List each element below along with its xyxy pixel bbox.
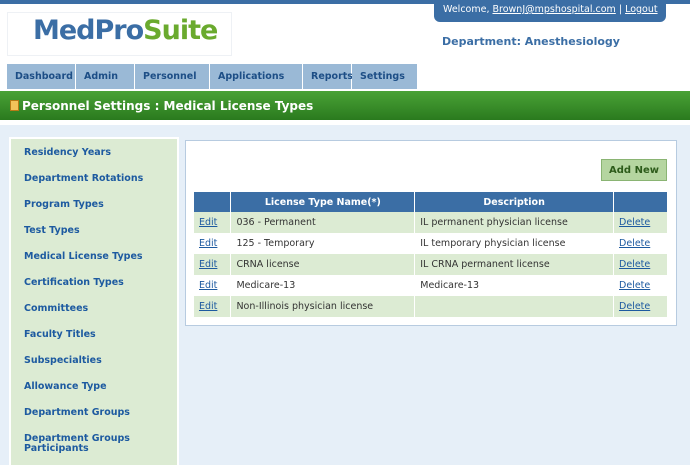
description-cell: IL CRNA permanent license	[414, 254, 615, 275]
app-logo[interactable]: MedProSuite	[33, 15, 218, 46]
delete-cell: Delete	[613, 296, 668, 317]
department-label: Department: Anesthesiology	[442, 35, 620, 48]
license-types-panel: Add New License Type Name(*) Description…	[185, 140, 677, 326]
sidebar-item-allowance-type[interactable]: Allowance Type	[24, 382, 174, 392]
license-name-cell: 125 - Temporary	[230, 233, 416, 254]
sidebar-item-program-types[interactable]: Program Types	[24, 200, 174, 210]
logo-text-secondary: Suite	[143, 15, 218, 46]
table-row: Edit 125 - Temporary IL temporary physic…	[194, 233, 668, 254]
sidebar-item-department-groups-participants[interactable]: Department Groups Participants	[24, 434, 134, 454]
column-header-delete	[613, 192, 668, 212]
tab-reports[interactable]: Reports	[303, 64, 353, 89]
license-name-cell: Medicare-13	[230, 275, 416, 296]
delete-cell: Delete	[613, 212, 668, 233]
welcome-prefix: Welcome,	[443, 4, 493, 15]
edit-cell: Edit	[194, 296, 232, 317]
add-new-button[interactable]: Add New	[601, 159, 667, 181]
tab-applications[interactable]: Applications	[210, 64, 303, 89]
page-title: Personnel Settings : Medical License Typ…	[22, 99, 314, 113]
description-cell: IL temporary physician license	[414, 233, 615, 254]
sidebar-item-department-groups[interactable]: Department Groups	[24, 408, 174, 418]
edit-link[interactable]: Edit	[199, 301, 217, 312]
table-row: Edit Non-Illinois physician license Dele…	[194, 296, 668, 317]
description-cell: Medicare-13	[414, 275, 615, 296]
settings-sidebar: Residency Years Department Rotations Pro…	[9, 137, 179, 465]
edit-link[interactable]: Edit	[199, 259, 217, 270]
page-title-wrap: Personnel Settings : Medical License Typ…	[10, 99, 313, 113]
column-header-name[interactable]: License Type Name(*)	[230, 192, 416, 212]
edit-link[interactable]: Edit	[199, 238, 217, 249]
delete-cell: Delete	[613, 233, 668, 254]
book-icon	[10, 100, 19, 111]
tab-settings[interactable]: Settings	[352, 64, 418, 89]
tab-dashboard[interactable]: Dashboard	[7, 64, 76, 89]
license-types-table: License Type Name(*) Description Edit 03…	[194, 192, 668, 317]
sidebar-item-residency-years[interactable]: Residency Years	[24, 148, 174, 158]
sidebar-item-certification-types[interactable]: Certification Types	[24, 278, 174, 288]
page-header-bar: Personnel Settings : Medical License Typ…	[0, 91, 690, 120]
delete-cell: Delete	[613, 254, 668, 275]
delete-link[interactable]: Delete	[619, 217, 650, 228]
tab-personnel[interactable]: Personnel	[135, 64, 210, 89]
main-nav: Dashboard Admin Personnel Applications R…	[7, 64, 418, 89]
sidebar-item-medical-license-types[interactable]: Medical License Types	[24, 252, 174, 262]
logout-link[interactable]: Logout	[625, 4, 658, 15]
edit-cell: Edit	[194, 254, 232, 275]
logo-text-primary: MedPro	[33, 15, 144, 46]
edit-cell: Edit	[194, 233, 232, 254]
sidebar-item-committees[interactable]: Committees	[24, 304, 174, 314]
welcome-bar: Welcome, BrownJ@mpshospital.com | Logout	[434, 0, 666, 22]
license-name-cell: Non-Illinois physician license	[230, 296, 416, 317]
edit-cell: Edit	[194, 212, 232, 233]
welcome-separator: |	[615, 4, 626, 15]
delete-link[interactable]: Delete	[619, 259, 650, 270]
table-row: Edit Medicare-13 Medicare-13 Delete	[194, 275, 668, 296]
delete-link[interactable]: Delete	[619, 301, 650, 312]
column-header-edit	[194, 192, 232, 212]
sidebar-item-test-types[interactable]: Test Types	[24, 226, 174, 236]
delete-cell: Delete	[613, 275, 668, 296]
tab-admin[interactable]: Admin	[76, 64, 135, 89]
edit-link[interactable]: Edit	[199, 217, 217, 228]
user-email-link[interactable]: BrownJ@mpshospital.com	[493, 4, 616, 15]
sidebar-item-subspecialties[interactable]: Subspecialties	[24, 356, 174, 366]
table-row: Edit 036 - Permanent IL permanent physic…	[194, 212, 668, 233]
delete-link[interactable]: Delete	[619, 280, 650, 291]
sidebar-item-department-rotations[interactable]: Department Rotations	[24, 174, 174, 184]
description-cell: IL permanent physician license	[414, 212, 615, 233]
license-name-cell: 036 - Permanent	[230, 212, 416, 233]
edit-link[interactable]: Edit	[199, 280, 217, 291]
license-name-cell: CRNA license	[230, 254, 416, 275]
delete-link[interactable]: Delete	[619, 238, 650, 249]
column-header-description[interactable]: Description	[414, 192, 615, 212]
table-row: Edit CRNA license IL CRNA permanent lice…	[194, 254, 668, 275]
description-cell	[414, 296, 615, 317]
sidebar-item-faculty-titles[interactable]: Faculty Titles	[24, 330, 174, 340]
edit-cell: Edit	[194, 275, 232, 296]
